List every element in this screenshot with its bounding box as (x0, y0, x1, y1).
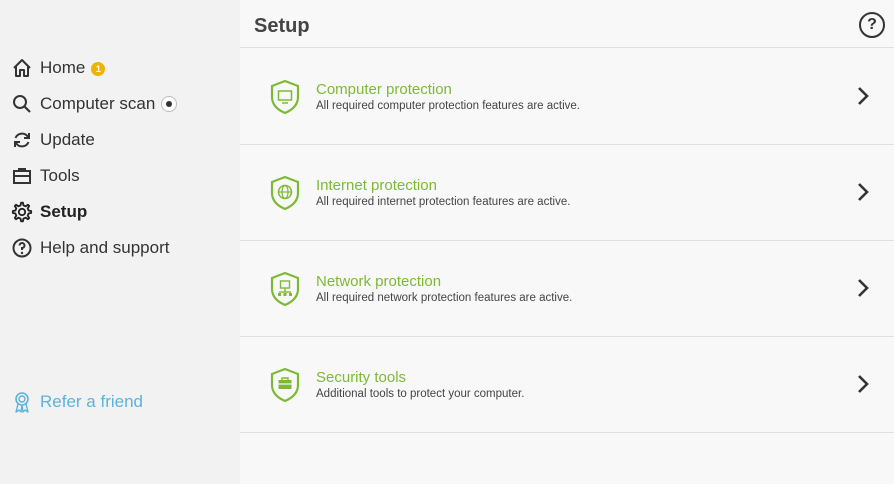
gear-icon (11, 201, 33, 223)
question-icon (11, 237, 33, 259)
sidebar-item-tools[interactable]: Tools (0, 158, 240, 194)
sidebar-item-label: Setup (40, 202, 88, 221)
home-icon (11, 57, 33, 79)
shield-monitor-icon (270, 79, 300, 115)
sidebar-item-home[interactable]: Home 1 (0, 50, 240, 86)
search-icon (11, 93, 33, 115)
question-circle-icon: ? (867, 16, 877, 33)
chevron-right-icon (858, 279, 869, 297)
toolbox-icon (11, 165, 33, 187)
row-title: Internet protection (316, 177, 437, 194)
row-description: All required network protection features… (316, 292, 573, 304)
page-title: Setup (254, 15, 310, 37)
sidebar-item-help-and-support[interactable]: Help and support (0, 230, 240, 266)
chevron-right-icon (858, 183, 869, 201)
row-description: Additional tools to protect your compute… (316, 388, 525, 400)
sidebar-item-label: Computer scan (40, 94, 156, 113)
setup-list: Computer protection All required compute… (240, 49, 894, 433)
shield-toolbox-icon (270, 367, 300, 403)
security-tools-row[interactable]: Security tools Additional tools to prote… (240, 337, 894, 433)
network-protection-row[interactable]: Network protection All required network … (240, 241, 894, 337)
scan-status-indicator (161, 96, 178, 112)
help-button[interactable]: ? (859, 12, 885, 38)
row-title: Security tools (316, 369, 407, 386)
sidebar-item-label: Help and support (40, 238, 170, 257)
chevron-right-icon (858, 87, 869, 105)
header: Setup ? (240, 0, 894, 48)
row-title: Network protection (316, 273, 442, 290)
sidebar-item-update[interactable]: Update (0, 122, 240, 158)
sidebar-item-setup[interactable]: Setup (0, 194, 240, 230)
refer-a-friend-label: Refer a friend (40, 392, 143, 411)
row-title: Computer protection (316, 81, 452, 98)
row-description: All required internet protection feature… (316, 196, 571, 208)
refer-a-friend-link[interactable]: Refer a friend (11, 389, 143, 415)
shield-network-icon (270, 271, 300, 307)
internet-protection-row[interactable]: Internet protection All required interne… (240, 145, 894, 241)
chevron-right-icon (858, 375, 869, 393)
notification-badge: 1 (91, 62, 106, 76)
sidebar-item-label: Tools (40, 166, 80, 185)
sidebar-item-label: Home (40, 58, 86, 77)
row-description: All required computer protection feature… (316, 100, 580, 112)
refresh-icon (11, 129, 33, 151)
sidebar-item-label: Update (40, 130, 95, 149)
sidebar: Home 1 Computer scan Update Tools Setup … (0, 0, 240, 484)
ribbon-icon (11, 391, 33, 413)
sidebar-item-computer-scan[interactable]: Computer scan (0, 86, 240, 122)
main-panel: Setup ? Computer protection All required… (240, 0, 894, 484)
sidebar-nav: Home 1 Computer scan Update Tools Setup … (0, 50, 240, 266)
computer-protection-row[interactable]: Computer protection All required compute… (240, 49, 894, 145)
shield-globe-icon (270, 175, 300, 211)
